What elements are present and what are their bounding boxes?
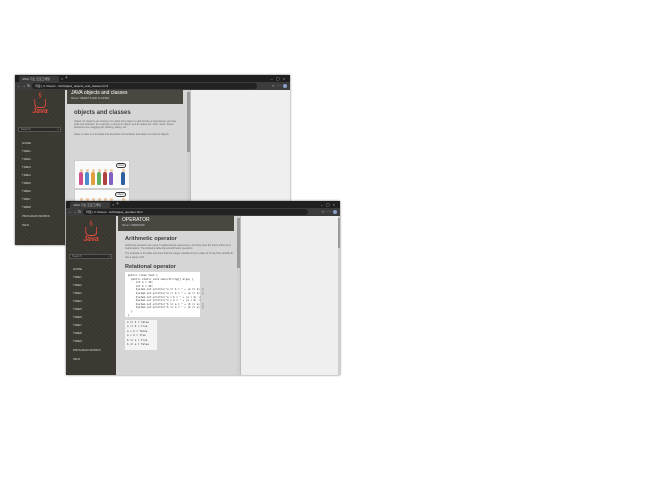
- url-input[interactable]: 파일 | C:/Users/.../JAVA/java_operator.htm…: [83, 209, 308, 215]
- main-content: OPERATOR Home / OPERATOR Arithmetic oper…: [116, 216, 240, 375]
- close-tab-icon[interactable]: ×: [61, 75, 63, 82]
- menu-time6[interactable]: TIME6: [73, 315, 82, 319]
- coffee-cup-icon: [33, 99, 46, 108]
- browser-window-operator: JAVA 기초 프로그래밍 × + –▢× ← → ↻ 파일 | C:/User…: [66, 201, 340, 375]
- person-figure: [103, 169, 107, 185]
- speech-bubble-object: object: [115, 192, 126, 197]
- menu-program-works[interactable]: PROGRAM WORKS: [73, 348, 101, 352]
- output-block: a == b = false a != b = true a > b = fal…: [125, 320, 157, 350]
- breadcrumb[interactable]: Home / OPERATOR: [118, 224, 234, 227]
- scrollbar-thumb[interactable]: [338, 218, 340, 248]
- back-icon[interactable]: ←: [68, 208, 72, 216]
- speech-bubble-class: class: [116, 163, 126, 168]
- tab-bar: JAVA 기초 프로그래밍 × + –▢×: [66, 201, 340, 208]
- reload-icon[interactable]: ↻: [78, 208, 81, 216]
- page-title: OPERATOR: [122, 217, 150, 223]
- person-figure: [85, 169, 89, 185]
- window-controls[interactable]: –▢×: [321, 201, 338, 208]
- menu-time6[interactable]: TIME6: [22, 189, 31, 193]
- person-figure: [79, 169, 83, 185]
- search-placeholder: Search: [72, 254, 82, 258]
- page-title: JAVA objects and classes: [71, 90, 128, 96]
- menu-info[interactable]: INFO: [73, 357, 80, 361]
- toolbar-icons[interactable]: ☆⋯: [271, 82, 287, 90]
- back-icon[interactable]: ←: [17, 82, 21, 90]
- article-heading: objects and classes: [74, 110, 131, 116]
- article-paragraph: Arithmetic operators are used in mathema…: [125, 244, 231, 251]
- menu-time5[interactable]: TIME5: [22, 181, 31, 185]
- window-controls[interactable]: –▢×: [271, 75, 288, 82]
- close-tab-icon[interactable]: ×: [112, 201, 114, 208]
- menu-program-works[interactable]: PROGRAM WORKS: [22, 214, 50, 218]
- side-panel: [240, 216, 340, 375]
- search-input[interactable]: Search ⌕: [18, 127, 61, 132]
- search-placeholder: Search: [21, 127, 31, 131]
- person-figure: [91, 169, 95, 185]
- code-line: }: [128, 313, 130, 317]
- menu-time1[interactable]: TIME1: [73, 275, 82, 279]
- search-icon[interactable]: ⌕: [108, 255, 110, 258]
- coffee-cup-icon: [84, 227, 97, 236]
- toolbar-icons[interactable]: ☆⋯: [321, 208, 337, 216]
- menu-time2[interactable]: TIME2: [22, 157, 31, 161]
- tab-bar: JAVA 기초 프로그래밍 × + –▢×: [15, 75, 290, 82]
- profile-avatar[interactable]: [283, 83, 287, 88]
- search-input[interactable]: Search ⌕: [69, 254, 112, 259]
- new-tab-icon[interactable]: +: [65, 75, 68, 82]
- menu-info[interactable]: INFO: [22, 223, 29, 227]
- section-heading: Relational operator: [125, 263, 176, 270]
- menu-time7[interactable]: TIME7: [73, 323, 82, 327]
- menu-time3[interactable]: TIME3: [22, 165, 31, 169]
- address-bar: ← → ↻ 파일 | C:/Users/.../JAVA/java_operat…: [66, 208, 340, 216]
- article-paragraph: Object: An object is an instance of a cl…: [74, 120, 176, 130]
- reload-icon[interactable]: ↻: [27, 82, 30, 90]
- section-heading: Arithmetic operator: [125, 236, 177, 242]
- java-logo[interactable]: § Java: [83, 221, 99, 244]
- article-paragraph: The example in the table assumes that th…: [125, 252, 233, 259]
- person-figure: [97, 169, 101, 185]
- menu-time8[interactable]: TIME8: [22, 205, 31, 209]
- menu-time2[interactable]: TIME2: [73, 283, 82, 287]
- article: Arithmetic operator Arithmetic operators…: [125, 235, 233, 271]
- menu-time4[interactable]: TIME4: [22, 173, 31, 177]
- person-figure: [109, 169, 113, 185]
- teacher-figure: [121, 169, 125, 185]
- sidebar: § Java Search ⌕ HOME TIME1 TIME2 TIME3 T…: [15, 90, 65, 245]
- breadcrumb[interactable]: Home / OBJECTS AND CLASSES: [67, 97, 183, 100]
- address-bar: ← → ↻ 파일 | C:/Users/.../JAVA/java_object…: [15, 82, 290, 90]
- menu-time7[interactable]: TIME7: [22, 197, 31, 201]
- menu-time3[interactable]: TIME3: [73, 291, 82, 295]
- forward-icon[interactable]: →: [22, 82, 26, 90]
- menu-time4[interactable]: TIME4: [73, 299, 82, 303]
- page-header: OPERATOR Home / OPERATOR: [118, 216, 234, 231]
- menu-home[interactable]: HOME: [73, 267, 82, 271]
- menu-time1[interactable]: TIME1: [22, 149, 31, 153]
- new-tab-icon[interactable]: +: [116, 201, 119, 208]
- logo-text: Java: [83, 236, 99, 243]
- profile-avatar[interactable]: [333, 209, 337, 214]
- java-logo[interactable]: § Java: [32, 93, 48, 116]
- code-line: System.out.println("b <= a = " + (b <= a…: [128, 306, 205, 310]
- forward-icon[interactable]: →: [73, 208, 77, 216]
- output-line: b <= a = false: [127, 343, 149, 347]
- code-block: public class Test { public static void m…: [125, 272, 205, 317]
- class-illustration: class: [74, 160, 130, 189]
- article: objects and classes Object: An object is…: [74, 109, 182, 136]
- url-input[interactable]: 파일 | C:/Users/.../JAVA/java_objects_and_…: [32, 83, 257, 89]
- scrollbar[interactable]: [338, 216, 340, 375]
- logo-text: Java: [32, 108, 48, 115]
- menu-time5[interactable]: TIME5: [73, 307, 82, 311]
- menu-home[interactable]: HOME: [22, 141, 31, 145]
- sidebar: § Java Search ⌕ HOME TIME1 TIME2 TIME3 T…: [66, 216, 116, 375]
- menu-time8[interactable]: TIME8: [73, 331, 82, 335]
- article-paragraph: Class: A class is a template that descri…: [74, 132, 170, 136]
- search-icon[interactable]: ⌕: [57, 128, 59, 131]
- page-header: JAVA objects and classes Home / OBJECTS …: [67, 90, 183, 104]
- menu-time9[interactable]: TIME9: [73, 339, 82, 343]
